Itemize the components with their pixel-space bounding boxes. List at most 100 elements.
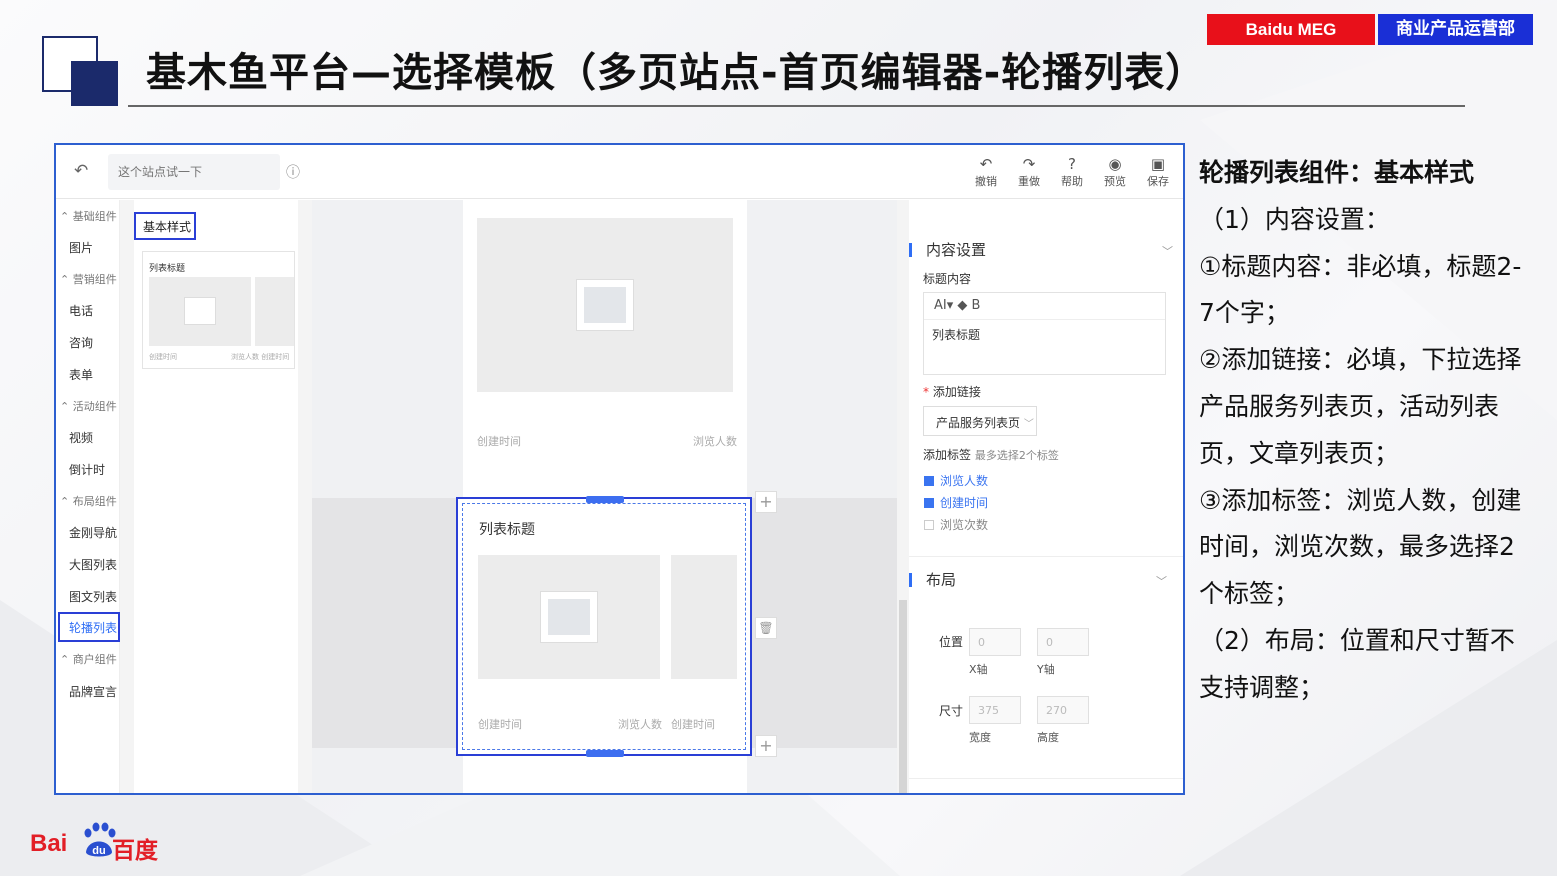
delete-icon[interactable]: 🗑 (755, 617, 777, 639)
editor-toolbar[interactable]: AI▾ ◆ B (924, 293, 1165, 320)
carousel-meta-right: 创建时间 (671, 718, 715, 731)
nav-item-big-image-list[interactable]: 大图列表 (69, 556, 117, 573)
page-title: 基木鱼平台—选择模板（多页站点-首页编辑器-轮播列表） (146, 50, 1207, 96)
baidu-logo: Bai du 百度 (30, 820, 170, 864)
width-label: 宽度 (969, 731, 991, 744)
notes-line-2: ①标题内容：非必填，标题2-7个字； (1199, 251, 1522, 328)
style-panel: 基本样式 列表标题 创建时间 浏览人数 创建时间 (134, 200, 298, 793)
nav-item-video[interactable]: 视频 (69, 429, 93, 446)
chevron-down-icon[interactable]: ﹀ (1156, 573, 1167, 589)
carousel-component-selected[interactable]: 列表标题 创建时间 浏览人数 创建时间 (456, 496, 752, 757)
nav-scrollbar[interactable] (120, 200, 134, 793)
thumb-meta-right: 浏览人数 创建时间 (231, 353, 290, 361)
page-canvas: 创建时间 浏览人数 列表标题 创建时间 浏览人数 创建时间 + 🗑 + (312, 200, 897, 793)
content-settings-title: 内容设置 (909, 243, 986, 258)
nav-item-brand-slogan[interactable]: 品牌宣言 (69, 683, 117, 700)
nav-group-marketing[interactable]: ⌃ 营销组件 (60, 271, 117, 287)
title-rich-editor[interactable]: AI▾ ◆ B 列表标题 (923, 292, 1166, 375)
chevron-down-icon: ﹀ (1023, 419, 1034, 430)
editor-topbar: ↶ ⓘ ↶ 撤销 ↷ 重做 ? 帮助 ◉ 预览 ▣ 保存 (56, 145, 1183, 199)
title-logo-mark (42, 36, 118, 106)
nav-item-consult[interactable]: 咨询 (69, 334, 93, 351)
height-input[interactable]: 270 (1037, 696, 1089, 724)
undo-label: 撤销 (975, 175, 997, 188)
redo-button[interactable]: ↷ 重做 (1011, 155, 1047, 189)
top-resize-handle[interactable] (586, 496, 624, 503)
brand-badge: Baidu MEG (1207, 14, 1375, 45)
department-badge: 商业产品运营部 (1378, 14, 1533, 45)
preview-button[interactable]: ◉ 预览 (1097, 155, 1133, 189)
position-x-input[interactable]: 0 (969, 628, 1021, 656)
save-icon: ▣ (1150, 155, 1166, 173)
preview-label: 预览 (1104, 175, 1126, 188)
redo-icon: ↷ (1022, 155, 1036, 173)
help-button[interactable]: ? 帮助 (1054, 155, 1090, 189)
nav-group-merchant[interactable]: ⌃ 商户组件 (60, 651, 117, 667)
nav-item-countdown[interactable]: 倒计时 (69, 461, 105, 478)
back-icon[interactable]: ↶ (74, 161, 88, 181)
svg-text:du: du (92, 845, 105, 857)
thumb-image-placeholder (149, 277, 251, 346)
bottom-resize-handle[interactable] (586, 750, 624, 757)
site-name-input[interactable] (108, 154, 280, 190)
carousel-meta-mid: 浏览人数 (618, 718, 662, 731)
nav-item-image-text-list[interactable]: 图文列表 (69, 588, 117, 605)
description-notes: 轮播列表组件：基本样式 （1）内容设置： ①标题内容：非必填，标题2-7个字； … (1199, 150, 1529, 712)
chevron-down-icon[interactable]: ﹀ (1162, 243, 1173, 259)
image-placeholder (477, 218, 733, 392)
style-thumbnail[interactable]: 列表标题 创建时间 浏览人数 创建时间 (142, 251, 295, 369)
upper-meta-left: 创建时间 (477, 435, 521, 448)
undo-icon: ↶ (979, 155, 993, 173)
save-label: 保存 (1147, 175, 1169, 188)
thumb-image-placeholder-2 (255, 277, 294, 346)
nav-item-phone[interactable]: 电话 (69, 302, 93, 319)
thumb-meta-left: 创建时间 (149, 353, 177, 361)
carousel-title: 列表标题 (479, 522, 535, 538)
style-scrollbar[interactable] (298, 200, 312, 793)
thumb-title: 列表标题 (149, 264, 186, 274)
add-below-button[interactable]: + (755, 735, 777, 757)
canvas-scrollbar[interactable] (897, 200, 909, 793)
info-icon[interactable]: ⓘ (286, 162, 300, 182)
notes-line-5: （2）布局：位置和尺寸暂不支持调整； (1199, 625, 1515, 702)
carousel-image-placeholder (478, 555, 660, 679)
x-axis-label: X轴 (969, 663, 988, 676)
basic-style-tab[interactable]: 基本样式 (134, 212, 196, 240)
nav-item-carousel-list[interactable]: 轮播列表 (58, 612, 120, 642)
settings-panel: 内容设置 ﹀ 标题内容 AI▾ ◆ B 列表标题 * 添加链接 产品服务列表页 … (909, 200, 1183, 793)
undo-button[interactable]: ↶ 撤销 (968, 155, 1004, 189)
tag-checkbox-created[interactable]: 创建时间 (924, 494, 988, 511)
editor-content[interactable]: 列表标题 (924, 320, 1165, 343)
tag-checkbox-views[interactable]: 浏览人数 (924, 472, 988, 489)
tag-checkbox-view-count[interactable]: 浏览次数 (924, 516, 988, 533)
title-underline (128, 105, 1465, 107)
notes-line-3: ②添加链接：必填，下拉选择产品服务列表页，活动列表页，文章列表页； (1199, 345, 1522, 468)
add-link-label: * 添加链接 (923, 385, 981, 399)
help-label: 帮助 (1061, 175, 1083, 188)
height-label: 高度 (1037, 731, 1059, 744)
nav-item-grid-nav[interactable]: 金刚导航 (69, 524, 117, 541)
position-y-input[interactable]: 0 (1037, 628, 1089, 656)
help-icon: ? (1068, 155, 1076, 173)
link-select[interactable]: 产品服务列表页 ﹀ (923, 406, 1037, 436)
carousel-image-placeholder-2 (671, 555, 737, 679)
width-input[interactable]: 375 (969, 696, 1021, 724)
nav-group-layout[interactable]: ⌃ 布局组件 (60, 493, 117, 509)
size-label: 尺寸 (939, 704, 964, 718)
nav-group-basic[interactable]: ⌃ 基础组件 (60, 208, 117, 224)
nav-item-form[interactable]: 表单 (69, 366, 93, 383)
nav-group-activity[interactable]: ⌃ 活动组件 (60, 398, 117, 414)
notes-line-4: ③添加标签：浏览人数，创建时间，浏览次数，最多选择2个标签； (1199, 485, 1522, 609)
preview-icon: ◉ (1108, 155, 1122, 173)
notes-heading: 轮播列表组件：基本样式 (1199, 158, 1475, 187)
component-nav: ⌃ 基础组件 图片 ⌃ 营销组件 电话 咨询 表单 ⌃ 活动组件 视频 倒计时 … (56, 200, 120, 793)
title-content-label: 标题内容 (923, 272, 972, 286)
upper-meta-right: 浏览人数 (693, 435, 737, 448)
carousel-meta-left: 创建时间 (478, 718, 522, 731)
editor-screenshot: ↶ ⓘ ↶ 撤销 ↷ 重做 ? 帮助 ◉ 预览 ▣ 保存 ⌃ 基础组件 图片 ⌃… (54, 143, 1185, 795)
add-above-button[interactable]: + (755, 491, 777, 513)
nav-item-image[interactable]: 图片 (69, 239, 93, 256)
save-button[interactable]: ▣ 保存 (1140, 155, 1176, 189)
redo-label: 重做 (1018, 175, 1040, 188)
add-tags-label: 添加标签 最多选择2个标签 (923, 448, 1059, 462)
